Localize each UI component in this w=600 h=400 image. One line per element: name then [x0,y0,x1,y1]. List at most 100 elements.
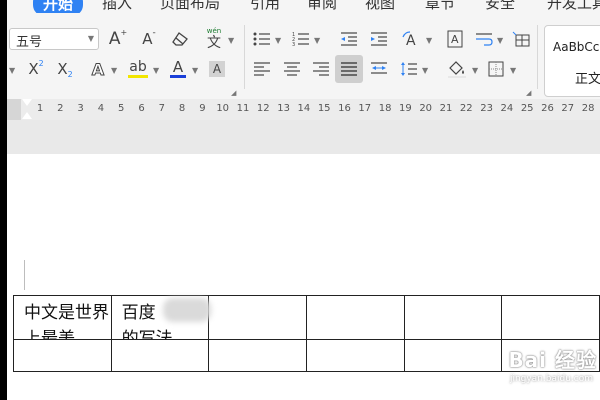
outdent-icon [341,32,357,46]
ruler-number: 1 [36,103,44,114]
divider [537,25,538,89]
chevron-down-icon[interactable]: ▼ [111,66,117,75]
subscript-mark: 2 [67,69,73,79]
window-left-border [0,0,7,400]
ruler-number: 28 [581,103,595,114]
table-cell[interactable]: 中文是世界上最美 [13,295,112,340]
chevron-down-icon[interactable]: ▼ [314,36,320,45]
tab-insert[interactable]: 插入 [102,0,132,13]
char-shading-button[interactable]: A [206,58,228,80]
pinyin-guide-button[interactable]: wén 文 [203,26,225,52]
line-wrap-button[interactable] [473,28,495,50]
align-left-icon [254,62,270,76]
superscript-button[interactable]: X2 [25,58,47,80]
redacted-text-blur [163,298,211,322]
chevron-down-icon[interactable]: ▼ [422,66,428,75]
table-cell[interactable] [208,295,307,340]
style-normal-card[interactable]: AaBbCcI 正文 [544,25,600,97]
site-watermark: Bai 经验 jingyan.baidu.com [462,338,597,388]
svg-text:A: A [406,33,416,47]
tab-home[interactable]: 开始 [33,0,84,13]
watermark-url: jingyan.baidu.com [509,374,593,384]
numbered-list-button[interactable]: 1 2 3 [290,28,312,50]
distribute-button[interactable] [368,58,390,80]
tab-sections[interactable]: 章节 [425,0,455,13]
table-cell[interactable] [501,295,600,340]
chevron-down-icon[interactable]: ▼ [275,36,281,45]
ruler-number: 7 [158,103,165,114]
font-dialog-launcher-icon[interactable]: ◢ [231,89,236,97]
align-right-button[interactable] [310,58,332,80]
first-line-indent-marker[interactable] [22,99,32,106]
decrease-font-icon: A [142,30,153,48]
tab-page-layout[interactable]: 页面布局 [160,0,220,13]
eraser-icon [172,32,188,46]
paragraph-dialog-launcher-icon[interactable]: ◢ [526,89,531,97]
font-size-select[interactable]: 五号 ▼ [9,28,99,50]
table-cell[interactable] [13,339,112,372]
table-layout-button[interactable] [510,28,532,50]
ruler-number: 26 [541,103,554,114]
ruler-number: 19 [399,103,412,114]
ribbon-tabs: 开始 插入 页面布局 引用 审阅 视图 章节 安全 开发工具 [7,0,600,13]
text-effect-button[interactable]: A [87,58,109,80]
font-color-icon: A [172,58,184,76]
align-center-button[interactable] [281,58,303,80]
subscript-button[interactable]: X2 [54,58,76,80]
chevron-down-icon[interactable]: ▼ [472,66,478,75]
chevron-down-icon[interactable]: ▼ [9,66,15,75]
ruler-number: 21 [439,103,453,114]
ruler-number: 5 [118,103,125,114]
increase-font-button[interactable]: A + [107,28,129,50]
clear-format-button[interactable] [169,28,193,50]
tab-security[interactable]: 安全 [485,0,515,13]
justify-button[interactable] [335,55,363,83]
borders-button[interactable] [485,58,507,80]
style-preview-text: AaBbCcI [553,40,600,54]
table-cell[interactable] [305,339,405,372]
chevron-down-icon[interactable]: ▼ [426,36,432,45]
cell-text-line2: 的写法 [121,329,173,340]
table-cell[interactable] [208,339,307,372]
ruler-number: 11 [236,103,250,114]
tab-view[interactable]: 视图 [365,0,395,13]
ruler-number: 18 [378,103,392,114]
hanging-indent-marker[interactable] [22,112,32,119]
ruler-number: 2 [57,103,64,114]
tab-references[interactable]: 引用 [250,0,280,13]
shading-button[interactable] [445,58,469,80]
page-gap [7,120,600,154]
chevron-down-icon[interactable]: ▼ [228,36,234,45]
highlight-color-bar [128,75,148,78]
font-color-button[interactable]: A [167,58,189,80]
chevron-down-icon[interactable]: ▼ [153,66,159,75]
minus-icon: - [152,28,156,38]
table-icon [512,31,530,47]
increase-indent-button[interactable] [368,28,390,50]
horizontal-ruler[interactable]: 1 2 3 4 5 6 7 8 9 10 11 12 13 14 15 16 17 18 19 20 21 22 23 24 2… [7,99,600,120]
chevron-down-icon[interactable]: ▼ [192,66,198,75]
chevron-down-icon[interactable]: ▼ [497,36,503,45]
chevron-down-icon[interactable]: ▼ [510,66,516,75]
margin-corner-mark [24,260,25,290]
table-cell[interactable] [110,339,210,372]
plus-icon: + [120,27,128,37]
tab-review[interactable]: 审阅 [307,0,337,13]
ruler-number: 14 [297,103,311,114]
table-cell[interactable] [403,295,503,340]
decrease-indent-button[interactable] [338,28,360,50]
highlight-button[interactable]: ab [126,58,150,80]
align-left-button[interactable] [251,58,273,80]
numbered-list-icon: 1 2 3 [292,32,309,46]
bullet-list-button[interactable] [251,28,273,50]
text-direction-button[interactable]: A [399,28,423,50]
line-spacing-button[interactable] [398,58,420,80]
divider [244,25,245,89]
paint-bucket-icon [448,61,466,78]
cell-text: 中文是世界上最美 [24,303,109,340]
decrease-font-button[interactable]: A- [138,28,160,50]
table-cell[interactable] [305,295,405,340]
style-name-label: 正文 [575,72,600,87]
show-marks-button[interactable]: A [444,28,466,50]
tab-developer[interactable]: 开发工具 [547,0,600,13]
